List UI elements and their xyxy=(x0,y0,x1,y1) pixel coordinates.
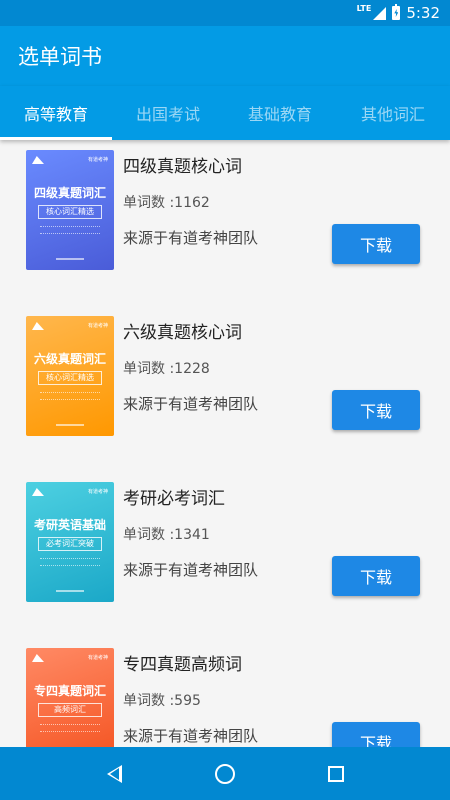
word-count: 单词数 :595 xyxy=(123,693,201,709)
cover-brand: 有道考神 xyxy=(87,157,108,163)
cover-decoration xyxy=(40,392,100,400)
logo-icon xyxy=(32,488,44,496)
book-cover: 有道考神 考研英语基础 必考词汇突破 xyxy=(26,482,114,602)
book-name: 四级真题核心词 xyxy=(123,157,242,177)
cover-title: 考研英语基础 xyxy=(33,518,106,532)
cover-footer xyxy=(56,258,84,260)
tab-study-abroad[interactable]: 出国考试 xyxy=(112,86,224,140)
list-item[interactable]: 有道考神 专四真题词汇 高频词汇 专四真题高频词 单词数 :595 来源于有道考… xyxy=(0,638,450,747)
book-source: 来源于有道考神团队 xyxy=(123,727,259,745)
tab-other-vocabulary[interactable]: 其他词汇 xyxy=(336,86,450,140)
logo-icon xyxy=(32,156,44,164)
tab-higher-education[interactable]: 高等教育 xyxy=(0,86,112,140)
cover-footer xyxy=(56,424,84,426)
cover-title: 四级真题词汇 xyxy=(33,186,106,200)
book-cover: 有道考神 专四真题词汇 高频词汇 xyxy=(26,648,114,747)
cover-subtitle: 核心词汇精选 xyxy=(38,205,102,219)
home-icon[interactable] xyxy=(214,763,235,784)
lte-indicator: LTE xyxy=(356,3,372,13)
cover-brand: 有道考神 xyxy=(87,655,108,661)
download-button[interactable]: 下载 xyxy=(332,722,420,747)
recent-apps-icon[interactable] xyxy=(327,765,344,782)
book-name: 六级真题核心词 xyxy=(123,323,242,343)
cover-decoration xyxy=(40,724,100,732)
logo-icon xyxy=(32,322,44,330)
cover-title: 六级真题词汇 xyxy=(33,352,106,366)
word-count: 单词数 :1162 xyxy=(123,195,210,211)
status-time: 5:32 xyxy=(406,4,440,22)
cover-subtitle: 高频词汇 xyxy=(38,703,102,717)
book-name: 专四真题高频词 xyxy=(123,655,242,675)
book-source: 来源于有道考神团队 xyxy=(123,395,259,413)
page-title: 选单词书 xyxy=(18,45,102,69)
signal-icon xyxy=(373,6,387,20)
cover-subtitle: 核心词汇精选 xyxy=(38,371,102,385)
list-item[interactable]: 有道考神 四级真题词汇 核心词汇精选 四级真题核心词 单词数 :1162 来源于… xyxy=(0,140,450,280)
book-cover: 有道考神 四级真题词汇 核心词汇精选 xyxy=(26,150,114,270)
cover-brand: 有道考神 xyxy=(87,323,108,329)
tab-bar: 高等教育 出国考试 基础教育 其他词汇 xyxy=(0,86,450,140)
app-bar: 选单词书 xyxy=(0,26,450,86)
cover-subtitle: 必考词汇突破 xyxy=(38,537,102,551)
battery-icon xyxy=(392,4,401,20)
cover-footer xyxy=(56,590,84,592)
book-source: 来源于有道考神团队 xyxy=(123,561,259,579)
word-count: 单词数 :1341 xyxy=(123,527,210,543)
cover-title: 专四真题词汇 xyxy=(33,684,106,698)
logo-icon xyxy=(32,654,44,662)
list-item[interactable]: 有道考神 六级真题词汇 核心词汇精选 六级真题核心词 单词数 :1228 来源于… xyxy=(0,306,450,446)
tab-basic-education[interactable]: 基础教育 xyxy=(224,86,336,140)
book-list[interactable]: 有道考神 四级真题词汇 核心词汇精选 四级真题核心词 单词数 :1162 来源于… xyxy=(0,140,450,747)
book-cover: 有道考神 六级真题词汇 核心词汇精选 xyxy=(26,316,114,436)
download-button[interactable]: 下载 xyxy=(332,390,420,430)
book-source: 来源于有道考神团队 xyxy=(123,229,259,247)
book-name: 考研必考词汇 xyxy=(123,489,225,509)
download-button[interactable]: 下载 xyxy=(332,224,420,264)
word-count: 单词数 :1228 xyxy=(123,361,210,377)
cover-decoration xyxy=(40,226,100,234)
list-item[interactable]: 有道考神 考研英语基础 必考词汇突破 考研必考词汇 单词数 :1341 来源于有… xyxy=(0,472,450,612)
cover-decoration xyxy=(40,558,100,566)
back-icon[interactable] xyxy=(106,764,122,783)
status-bar: LTE 5:32 xyxy=(0,0,450,26)
cover-brand: 有道考神 xyxy=(87,489,108,495)
download-button[interactable]: 下载 xyxy=(332,556,420,596)
navigation-bar xyxy=(0,747,450,800)
